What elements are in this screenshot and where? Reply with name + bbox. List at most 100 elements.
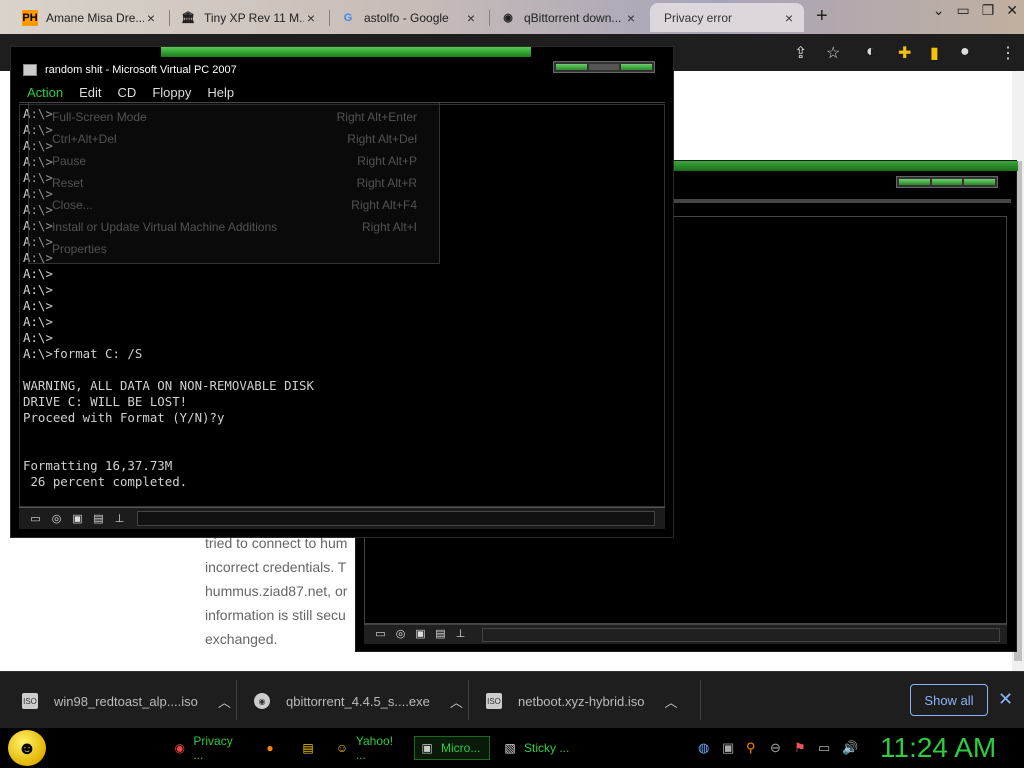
- page-text-line: incorrect credentials. T: [205, 559, 347, 575]
- tab-title: Privacy error: [664, 10, 733, 25]
- window-buttons[interactable]: [896, 176, 998, 188]
- status-bar: ▭ ◎ ▣ ▤ ⊥: [364, 624, 1007, 644]
- menu-help[interactable]: Help: [199, 85, 242, 100]
- network-icon[interactable]: ⊥: [111, 512, 128, 525]
- start-button-smiley-icon[interactable]: ☻: [8, 730, 46, 766]
- menu-item-properties[interactable]: Properties: [29, 238, 439, 260]
- shared-folder-icon[interactable]: ▤: [432, 627, 449, 640]
- taskbar-clock[interactable]: 11:24 AM: [880, 732, 996, 764]
- window-buttons[interactable]: [553, 61, 655, 73]
- new-tab-button[interactable]: +: [816, 5, 828, 28]
- menu-action[interactable]: Action: [19, 85, 71, 100]
- tab-5-active[interactable]: Privacy error ×: [650, 3, 804, 32]
- minimize-button[interactable]: [556, 64, 587, 70]
- profile-flag-icon[interactable]: ◐: [866, 43, 876, 61]
- task-firefox[interactable]: ●: [258, 736, 288, 760]
- tab-title: astolfo - Google: [364, 10, 449, 25]
- menu-item-pause[interactable]: Pause Right Alt+P: [29, 150, 439, 172]
- chevron-up-icon[interactable]: ︿: [450, 692, 463, 711]
- menu-item-shortcut: Right Alt+Enter: [336, 110, 417, 124]
- download-item[interactable]: ISO netboot.xyz-hybrid.iso ︿: [486, 688, 677, 714]
- qbittorrent-tray-icon[interactable]: ◍: [698, 740, 709, 756]
- tab-title: Tiny XP Rev 11 M...: [204, 10, 304, 25]
- show-all-downloads-button[interactable]: Show all: [910, 684, 988, 716]
- network-icon[interactable]: ⊥: [452, 627, 469, 640]
- download-bar: ISO win98_redtoast_alp....iso ︿ ◉ qbitto…: [0, 671, 1024, 728]
- close-window-icon[interactable]: ✕: [1006, 2, 1018, 19]
- browser-tab-strip: PH Amane Misa Dre... × 🏛 Tiny XP Rev 11 …: [0, 0, 1024, 34]
- menu-item-full-screen[interactable]: Full-Screen Mode Right Alt+Enter: [29, 106, 439, 128]
- chrome-icon: ◉: [174, 741, 185, 755]
- cd-icon[interactable]: ◎: [48, 512, 65, 525]
- chevron-up-icon[interactable]: ︿: [218, 692, 231, 711]
- cd-icon[interactable]: ◎: [392, 627, 409, 640]
- monitor-tray-icon[interactable]: ▭: [818, 740, 830, 756]
- volume-icon[interactable]: 🔊: [842, 740, 858, 756]
- chevron-up-icon[interactable]: ︿: [664, 692, 677, 711]
- task-yahoo-messenger[interactable]: ☺ Yahoo! ...: [330, 734, 410, 762]
- yahoo-messenger-icon: ☺: [335, 741, 349, 755]
- tab-2[interactable]: 🏛 Tiny XP Rev 11 M... ×: [172, 3, 326, 32]
- tab-search-icon[interactable]: ⌄: [933, 2, 945, 19]
- tab-4[interactable]: ◉ qBittorrent down... ×: [492, 3, 646, 32]
- window-controls: ⌄ ▭ ❐ ✕: [933, 2, 1018, 19]
- task-sticky-notes[interactable]: ▧ Sticky ...: [498, 736, 578, 760]
- floppy-icon[interactable]: ▣: [69, 512, 86, 525]
- action-dropdown-menu: Full-Screen Mode Right Alt+Enter Ctrl+Al…: [28, 102, 440, 264]
- restore-icon[interactable]: ❐: [982, 2, 995, 19]
- tab-close-icon[interactable]: ×: [144, 10, 158, 26]
- download-filename: qbittorrent_4.4.5_s....exe: [286, 693, 430, 709]
- security-tray-icon[interactable]: ⊖: [770, 740, 781, 756]
- tab-title: Amane Misa Dre...: [46, 10, 144, 25]
- menu-item-label: Full-Screen Mode: [52, 110, 147, 124]
- close-download-bar-icon[interactable]: ✕: [998, 689, 1013, 710]
- menu-item-install-additions[interactable]: Install or Update Virtual Machine Additi…: [29, 216, 439, 238]
- menu-edit[interactable]: Edit: [71, 85, 109, 100]
- bookmark-star-icon[interactable]: ☆: [826, 43, 840, 63]
- virtual-pc-icon: [23, 64, 37, 76]
- download-item[interactable]: ◉ qbittorrent_4.4.5_s....exe ︿: [254, 688, 463, 714]
- share-icon[interactable]: ⇪: [794, 43, 807, 63]
- tab-separator: [329, 10, 330, 26]
- menu-item-reset[interactable]: Reset Right Alt+R: [29, 172, 439, 194]
- menu-item-shortcut: Right Alt+P: [357, 154, 417, 168]
- tab-3[interactable]: G astolfo - Google ×: [332, 3, 486, 32]
- tab-1[interactable]: PH Amane Misa Dre... ×: [14, 3, 166, 32]
- menu-kebab-icon[interactable]: ⋮: [1000, 43, 1016, 63]
- tab-close-icon[interactable]: ×: [782, 10, 796, 26]
- menu-item-ctrl-alt-del[interactable]: Ctrl+Alt+Del Right Alt+Del: [29, 128, 439, 150]
- tab-close-icon[interactable]: ×: [304, 10, 318, 26]
- close-button[interactable]: [621, 64, 653, 70]
- tab-close-icon[interactable]: ×: [464, 10, 478, 26]
- download-item[interactable]: ISO win98_redtoast_alp....iso ︿: [22, 688, 231, 714]
- menu-floppy[interactable]: Floppy: [144, 85, 199, 100]
- installer-icon: ◉: [254, 693, 270, 709]
- account-avatar-icon[interactable]: ●: [960, 43, 970, 61]
- flag-tray-icon[interactable]: ⚑: [794, 740, 806, 756]
- shared-folder-icon[interactable]: ▤: [90, 512, 107, 525]
- menu-cd[interactable]: CD: [110, 85, 145, 100]
- hard-disk-icon[interactable]: ▭: [372, 627, 389, 640]
- menu-item-label: Close...: [52, 198, 93, 212]
- menu-item-close[interactable]: Close... Right Alt+F4: [29, 194, 439, 216]
- task-label: Privacy ...: [193, 734, 233, 762]
- menu-item-shortcut: Right Alt+F4: [351, 198, 417, 212]
- maximize-button[interactable]: [588, 64, 620, 70]
- minimize-icon[interactable]: ▭: [956, 2, 969, 19]
- menu-item-shortcut: Right Alt+I: [361, 220, 417, 234]
- tab-separator: [169, 10, 170, 26]
- download-separator: [236, 680, 237, 720]
- tab-close-icon[interactable]: ×: [624, 10, 638, 26]
- hard-disk-icon[interactable]: ▭: [27, 512, 44, 525]
- side-panel-icon[interactable]: ▮: [930, 43, 939, 63]
- floppy-icon[interactable]: ▣: [412, 627, 429, 640]
- pornhub-favicon: PH: [22, 9, 38, 26]
- task-chrome[interactable]: ◉ Privacy ...: [168, 734, 248, 762]
- extensions-icon[interactable]: ✚: [898, 43, 911, 63]
- search-tray-icon[interactable]: ⚲: [746, 740, 756, 756]
- network-tray-icon[interactable]: ▣: [722, 740, 734, 756]
- task-virtual-pc[interactable]: ▣ Micro...: [414, 736, 490, 760]
- download-separator: [468, 680, 469, 720]
- task-explorer[interactable]: ▤: [296, 736, 326, 760]
- window-title-glow: [161, 47, 531, 57]
